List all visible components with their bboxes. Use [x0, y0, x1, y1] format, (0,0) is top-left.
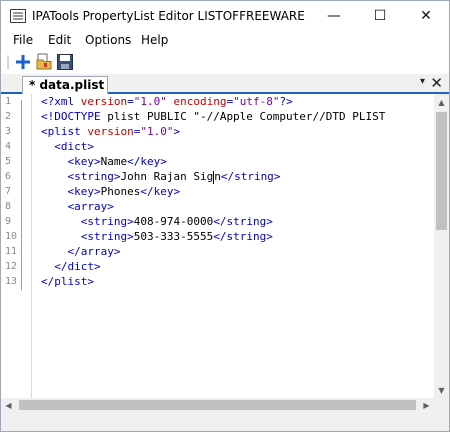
- code-line[interactable]: </array>: [41, 245, 121, 258]
- line-number: 3: [5, 126, 12, 137]
- scroll-left-icon[interactable]: ◀: [1, 397, 16, 413]
- code-line[interactable]: <string>503-333-5555</string>: [41, 230, 273, 243]
- app-window: IPATools PropertyList Editor LISTOFFREEW…: [0, 0, 450, 432]
- line-number: 10: [5, 231, 18, 242]
- code-line[interactable]: <key>Name</key>: [41, 155, 167, 168]
- close-button[interactable]: ✕: [403, 1, 449, 31]
- menu-bar: File Edit Options Help: [1, 31, 449, 50]
- scroll-right-icon[interactable]: ▶: [419, 397, 434, 413]
- vertical-scroll-thumb[interactable]: [436, 112, 447, 230]
- code-line[interactable]: <array>: [41, 200, 114, 213]
- status-bar: [1, 412, 449, 431]
- title-bar[interactable]: IPATools PropertyList Editor LISTOFFREEW…: [1, 1, 449, 31]
- tab-list-dropdown-icon[interactable]: ▾: [420, 76, 425, 87]
- line-number: 7: [5, 186, 12, 197]
- app-icon: [10, 9, 26, 23]
- document-tab-strip: * data.plist ▾ ✕: [1, 74, 449, 94]
- toolbar-grip[interactable]: [7, 55, 9, 69]
- scroll-down-icon[interactable]: ▼: [434, 382, 449, 398]
- line-number: 8: [5, 201, 12, 212]
- line-number: 6: [5, 171, 12, 182]
- code-line[interactable]: </dict>: [41, 260, 100, 273]
- code-line[interactable]: <plist version="1.0">: [41, 125, 180, 138]
- menu-file[interactable]: File: [13, 33, 33, 47]
- line-number: 1: [5, 96, 12, 107]
- line-number: 12: [5, 261, 18, 272]
- text-caret: [213, 170, 215, 184]
- save-icon[interactable]: [56, 53, 74, 71]
- code-line[interactable]: </plist>: [41, 275, 94, 288]
- code-line[interactable]: <string>408-974-0000</string>: [41, 215, 273, 228]
- line-number: 2: [5, 111, 12, 122]
- line-number: 9: [5, 216, 12, 227]
- vertical-scrollbar[interactable]: ▲ ▼: [434, 94, 449, 398]
- line-number: 13: [5, 276, 18, 287]
- menu-help[interactable]: Help: [141, 33, 168, 47]
- code-editor[interactable]: 1 2 3 4 5 6 7 8 9 10 11 12 13 <?xml vers…: [1, 94, 434, 398]
- line-number: 4: [5, 141, 12, 152]
- scroll-up-icon[interactable]: ▲: [434, 94, 449, 110]
- toolbar: [1, 50, 449, 74]
- scrollbar-corner: [434, 398, 449, 412]
- tab-data-plist[interactable]: * data.plist: [22, 76, 108, 94]
- window-title: IPATools PropertyList Editor LISTOFFREEW…: [32, 9, 305, 23]
- tab-close-icon[interactable]: ✕: [430, 74, 443, 92]
- code-line[interactable]: <string>John Rajan Sign</string>: [41, 170, 280, 184]
- line-number: 5: [5, 156, 12, 167]
- code-line[interactable]: <key>Phones</key>: [41, 185, 181, 198]
- code-line[interactable]: <dict>: [41, 140, 94, 153]
- open-folder-icon[interactable]: [36, 53, 54, 71]
- horizontal-scrollbar[interactable]: ◀ ▶: [1, 398, 434, 412]
- line-number: 11: [5, 246, 18, 257]
- minimize-button[interactable]: —: [311, 1, 357, 31]
- menu-options[interactable]: Options: [85, 33, 131, 47]
- add-icon[interactable]: [14, 53, 32, 71]
- maximize-button[interactable]: ☐: [357, 1, 403, 31]
- code-line[interactable]: <?xml version="1.0" encoding="utf-8"?>: [41, 95, 293, 108]
- menu-edit[interactable]: Edit: [48, 33, 71, 47]
- line-number-gutter: 1 2 3 4 5 6 7 8 9 10 11 12 13: [1, 94, 32, 398]
- fold-guide: [21, 100, 22, 290]
- horizontal-scroll-thumb[interactable]: [19, 400, 416, 410]
- code-line[interactable]: <!DOCTYPE plist PUBLIC "-//Apple Compute…: [41, 110, 385, 123]
